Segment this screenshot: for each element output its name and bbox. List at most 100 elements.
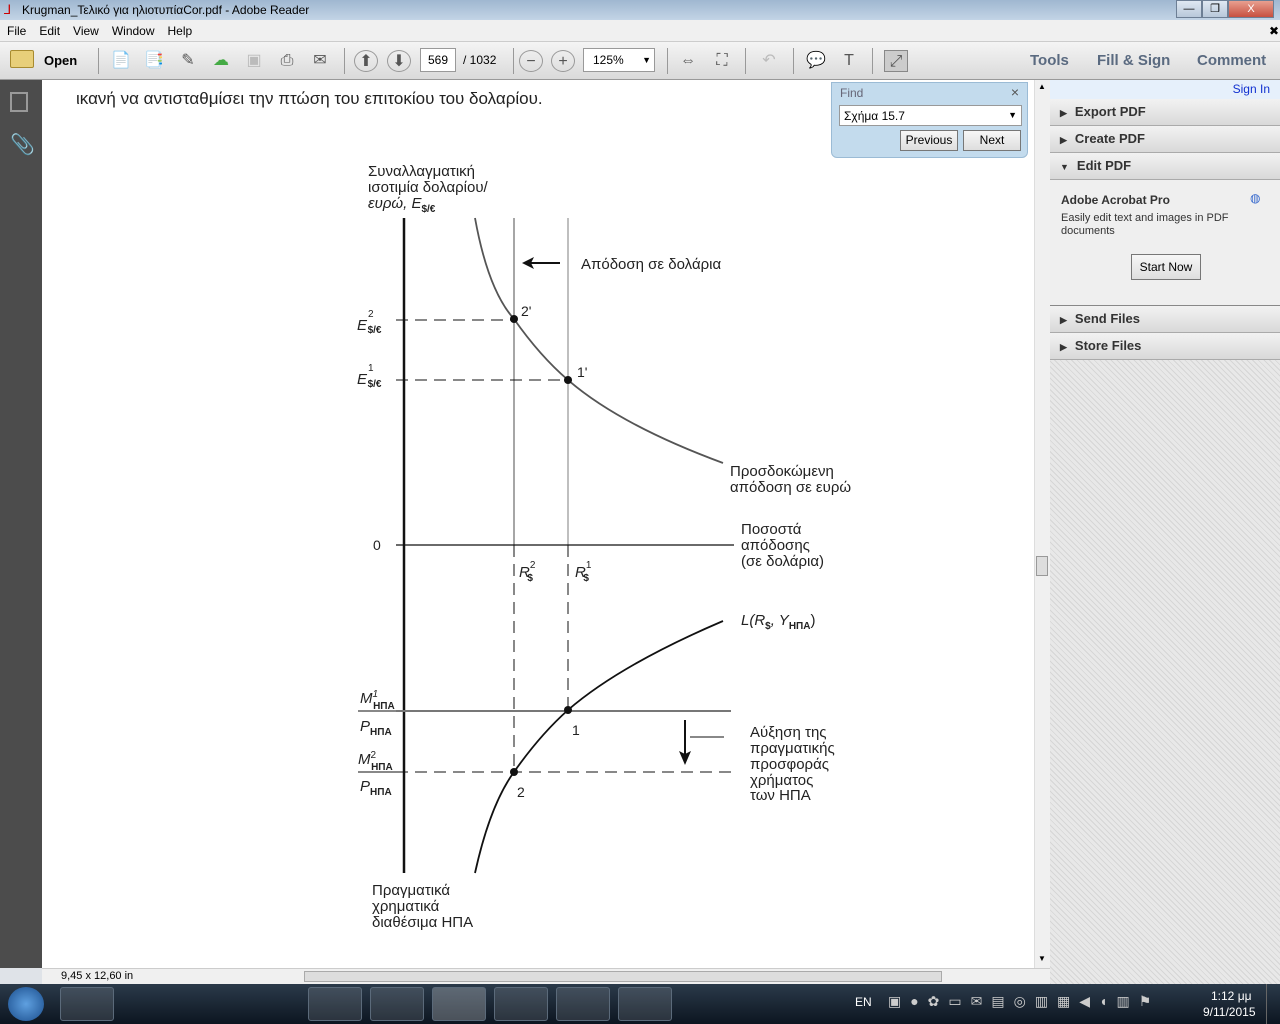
r2-label: R2 $ (519, 560, 536, 584)
start-button[interactable] (8, 987, 44, 1021)
pdf-app-icon: ⅃ (4, 2, 12, 17)
print-icon[interactable]: ⎙ (275, 50, 299, 72)
next-page-icon[interactable]: ⬇ (387, 50, 411, 72)
taskbar-explorer[interactable] (60, 987, 114, 1021)
window-title: Krugman_Τελικό για ηλιοτυπίαCor.pdf - Ad… (22, 3, 310, 17)
menu-window[interactable]: Window (105, 20, 161, 38)
scroll-up-icon[interactable]: ▲ (1038, 82, 1046, 91)
taskbar-snipping-tool[interactable] (618, 987, 672, 1021)
page-number-input[interactable]: 569 (420, 48, 456, 72)
horizontal-scrollbar[interactable] (304, 971, 942, 982)
rotate-icon[interactable]: ↶ (757, 50, 781, 72)
label-2: 2 (517, 784, 525, 800)
send-files-section[interactable]: ▶ Send Files (1050, 306, 1280, 333)
edit-pdf-section[interactable]: ▼ Edit PDF (1050, 153, 1280, 180)
euro-return-curve (474, 217, 724, 464)
expand-icon: ▶ (1060, 108, 1067, 118)
acrobat-promo: Adobe Acrobat Pro ◍ Easily edit text and… (1050, 180, 1280, 306)
scroll-down-icon[interactable]: ▼ (1038, 954, 1046, 963)
zoom-out-icon[interactable]: − (519, 50, 543, 72)
start-now-button[interactable]: Start Now (1131, 254, 1201, 280)
sign-in-link[interactable]: Sign In (1233, 82, 1270, 96)
taskbar-office[interactable] (370, 987, 424, 1021)
tools-tab[interactable]: Tools (1030, 52, 1069, 69)
zoom-select[interactable]: 125% ▼ (583, 48, 655, 72)
create-pdf-section[interactable]: ▶ Create PDF (1050, 126, 1280, 153)
promo-text: Easily edit text and images in PDF docum… (1061, 212, 1229, 237)
open-button[interactable]: Open (8, 48, 88, 74)
menu-view[interactable]: View (66, 20, 105, 38)
origin-label: 0 (373, 537, 381, 553)
language-indicator[interactable]: EN (855, 995, 872, 1009)
export-pdf-section[interactable]: ▶ Export PDF (1050, 99, 1280, 126)
taskbar-adobe-reader[interactable] (432, 987, 486, 1021)
cloud-upload-icon[interactable]: ☁ (209, 50, 233, 72)
menu-edit[interactable]: Edit (32, 20, 66, 38)
taskbar-winrar[interactable] (494, 987, 548, 1021)
x-axis-label: Ποσοστά απόδοσης (σε δολάρια) (741, 521, 824, 570)
scroll-thumb[interactable] (1036, 556, 1048, 576)
find-input[interactable]: Σχήμα 15.7 ▼ (839, 105, 1022, 126)
document-text: ικανή να αντισταθμίσει την πτώση του επι… (76, 89, 543, 108)
attachments-icon[interactable]: 📎 (10, 132, 35, 157)
dollar-return-label: Απόδοση σε δολάρια (581, 256, 721, 273)
full-screen-icon[interactable]: ⤢ (884, 50, 908, 72)
tools-pane: Sign In ▶ Export PDF ▶ Create PDF ▼ Edit PD… (1050, 80, 1280, 984)
edit-document-icon[interactable]: ✎ (176, 50, 200, 72)
expand-icon: ▶ (1060, 342, 1067, 352)
zoom-in-icon[interactable]: + (551, 50, 575, 72)
previous-page-icon[interactable]: ⬆ (354, 50, 378, 72)
supply-increase-label: Αύξηση της πραγματικής προσφοράς χρήματος τω… (750, 724, 835, 804)
label-1: 1 (572, 722, 580, 738)
chevron-down-icon: ▼ (642, 55, 651, 65)
menu-help[interactable]: Help (161, 20, 199, 38)
label-2-prime: 2' (521, 303, 531, 319)
p-label-2: PΗΠΑ (360, 778, 392, 798)
close-find-icon[interactable]: × (1011, 84, 1019, 100)
email-icon[interactable]: ✉ (308, 50, 332, 72)
menu-file[interactable]: File (0, 20, 32, 38)
acrobat-icon: ◍ (1250, 191, 1261, 205)
tray-icons[interactable]: ▣●✿▭✉▤◎▥▦◀◖▥⚑ (888, 993, 1160, 1010)
save-icon[interactable]: ▣ (242, 50, 266, 72)
fit-width-icon[interactable]: ⇔ (676, 50, 700, 72)
m1-label: M1 ΗΠΑ (360, 689, 395, 712)
clock-date[interactable]: 9/11/2015 (1203, 1005, 1256, 1019)
toolbar: Open 📄 📑 ✎ ☁ ▣ ⎙ ✉ ⬆ ⬇ 569 / 1032 − + 12… (0, 42, 1280, 80)
close-button[interactable]: X (1228, 0, 1274, 18)
comment-tab[interactable]: Comment (1197, 52, 1266, 69)
title-bar: ⅃ Krugman_Τελικό για ηλιοτυπίαCor.pdf - … (0, 0, 1280, 20)
minimize-button[interactable]: — (1176, 0, 1202, 18)
diagram: ικανή να αντισταθμίσει την πτώση του επι… (76, 89, 851, 931)
find-title: Find (840, 86, 864, 100)
r1-label: R1 $ (575, 560, 592, 584)
taskbar-media-player[interactable] (184, 987, 238, 1021)
expand-icon: ▶ (1060, 135, 1067, 145)
taskbar-outlook[interactable] (308, 987, 362, 1021)
vertical-scrollbar[interactable]: ▲ ▼ (1034, 80, 1050, 968)
create-pdf-icon[interactable]: 📄 (109, 50, 133, 72)
show-desktop-button[interactable] (1266, 984, 1280, 1024)
clock-time[interactable]: 1:12 μμ (1211, 989, 1252, 1003)
taskbar-firefox[interactable] (556, 987, 610, 1021)
close-document-icon[interactable]: ✖ (1262, 20, 1280, 38)
highlight-text-icon[interactable]: T (837, 50, 861, 72)
money-demand-label: L(R$, YΗΠΑ) (741, 612, 815, 632)
taskbar-chrome[interactable] (246, 987, 300, 1021)
taskbar: EN ▣●✿▭✉▤◎▥▦◀◖▥⚑ 1:12 μμ 9/11/2015 (0, 984, 1280, 1024)
previous-button[interactable]: Previous (900, 130, 958, 151)
fill-sign-tab[interactable]: Fill & Sign (1097, 52, 1170, 69)
pages-icon[interactable] (10, 92, 28, 112)
restore-button[interactable]: ❐ (1202, 0, 1228, 18)
chevron-down-icon[interactable]: ▼ (1008, 110, 1017, 120)
taskbar-ie[interactable] (122, 987, 176, 1021)
promo-title: Adobe Acrobat Pro (1061, 193, 1170, 207)
page-size: 9,45 x 12,60 in (61, 970, 134, 982)
fit-page-icon[interactable]: ⛶ (710, 50, 734, 72)
find-panel: Find × Σχήμα 15.7 ▼ Previous Next (831, 82, 1028, 158)
combine-files-icon[interactable]: 📑 (142, 50, 166, 72)
open-label: Open (44, 53, 78, 68)
next-button[interactable]: Next (963, 130, 1021, 151)
store-files-section[interactable]: ▶ Store Files (1050, 333, 1280, 360)
sticky-note-icon[interactable]: 💬 (804, 50, 828, 72)
